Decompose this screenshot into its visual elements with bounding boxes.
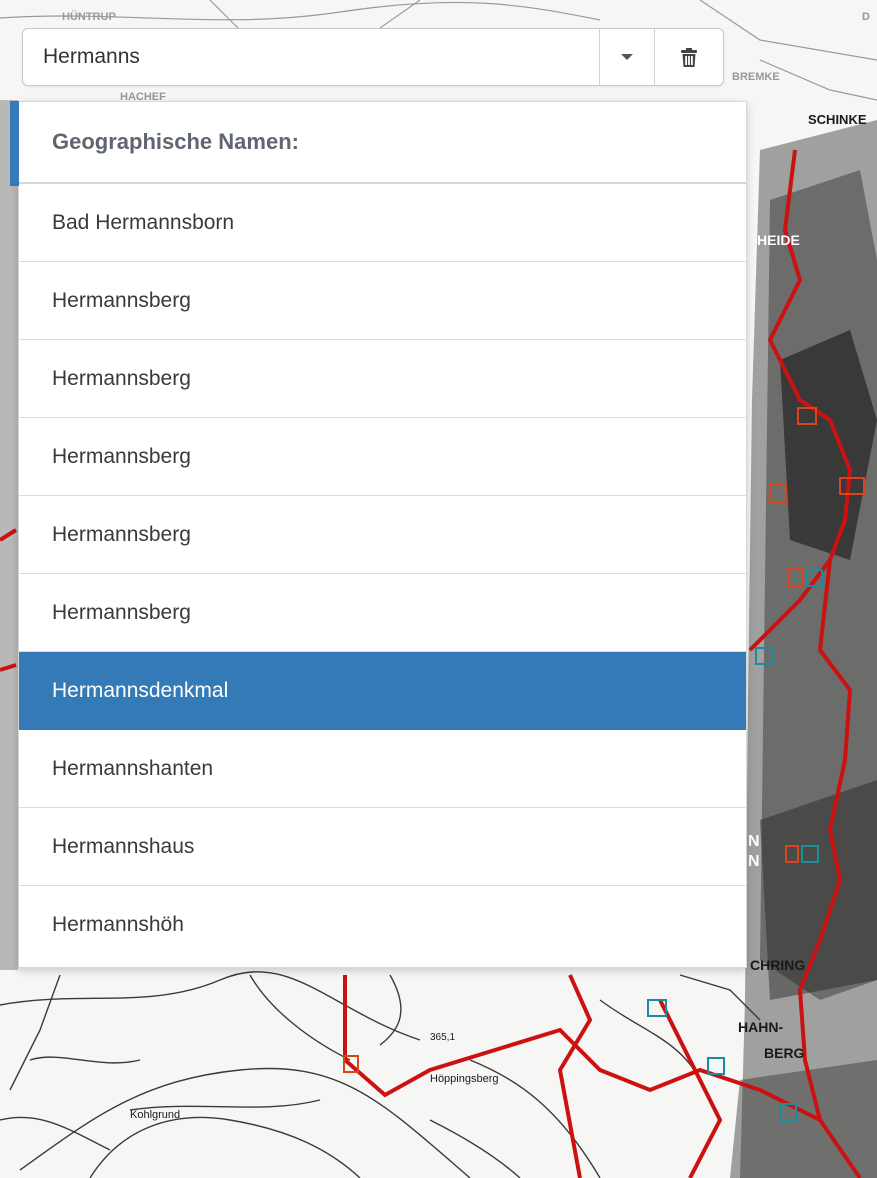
- result-item[interactable]: Hermannsberg: [19, 418, 746, 496]
- clear-search-button[interactable]: [654, 29, 723, 85]
- map-label: BREMKE: [732, 71, 780, 83]
- result-item[interactable]: Hermannshaus: [19, 808, 746, 886]
- map-label: BERG: [764, 1045, 805, 1061]
- search-results-dropdown: Geographische Namen: Bad Hermannsborn Her…: [10, 101, 747, 968]
- map-label: SCHINKE: [808, 112, 867, 127]
- result-item[interactable]: Bad Hermannsborn: [19, 184, 746, 262]
- map-label: CHRING: [750, 957, 805, 973]
- result-item[interactable]: Hermannshöh: [19, 886, 746, 964]
- result-item[interactable]: Hermannshanten: [19, 730, 746, 808]
- results-group-header: Geographische Namen:: [19, 102, 746, 184]
- map-label: 365,1: [430, 1032, 455, 1043]
- result-item[interactable]: Hermannsberg: [19, 496, 746, 574]
- place-search-bar: [22, 28, 724, 86]
- result-item[interactable]: Hermannsberg: [19, 340, 746, 418]
- dropdown-toggle-button[interactable]: [599, 29, 654, 85]
- map-label: HEIDE: [757, 232, 800, 248]
- result-item[interactable]: Hermannsberg: [19, 574, 746, 652]
- map-label: D: [862, 11, 870, 23]
- place-search-input[interactable]: [23, 29, 599, 85]
- result-item[interactable]: Hermannsdenkmal: [19, 652, 746, 730]
- caret-down-icon: [621, 54, 633, 60]
- map-label: N: [748, 833, 760, 850]
- map-label: Höppingsberg: [430, 1073, 499, 1085]
- map-label: HÜNTRUP: [62, 10, 116, 23]
- map-label: Kohlgrund: [130, 1109, 180, 1121]
- map-label: N: [748, 853, 760, 870]
- map-label: HAHN-: [738, 1019, 783, 1035]
- header-accent-bar: [10, 101, 19, 186]
- result-item[interactable]: Hermannsberg: [19, 262, 746, 340]
- trash-icon: [681, 47, 697, 67]
